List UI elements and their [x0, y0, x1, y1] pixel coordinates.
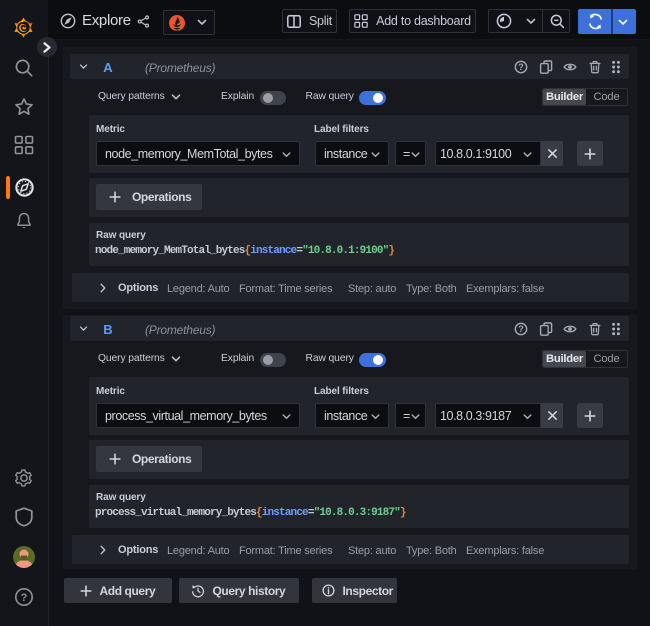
svg-text:?: ? [518, 62, 524, 72]
svg-text:?: ? [21, 592, 28, 604]
svg-text:?: ? [518, 324, 524, 334]
